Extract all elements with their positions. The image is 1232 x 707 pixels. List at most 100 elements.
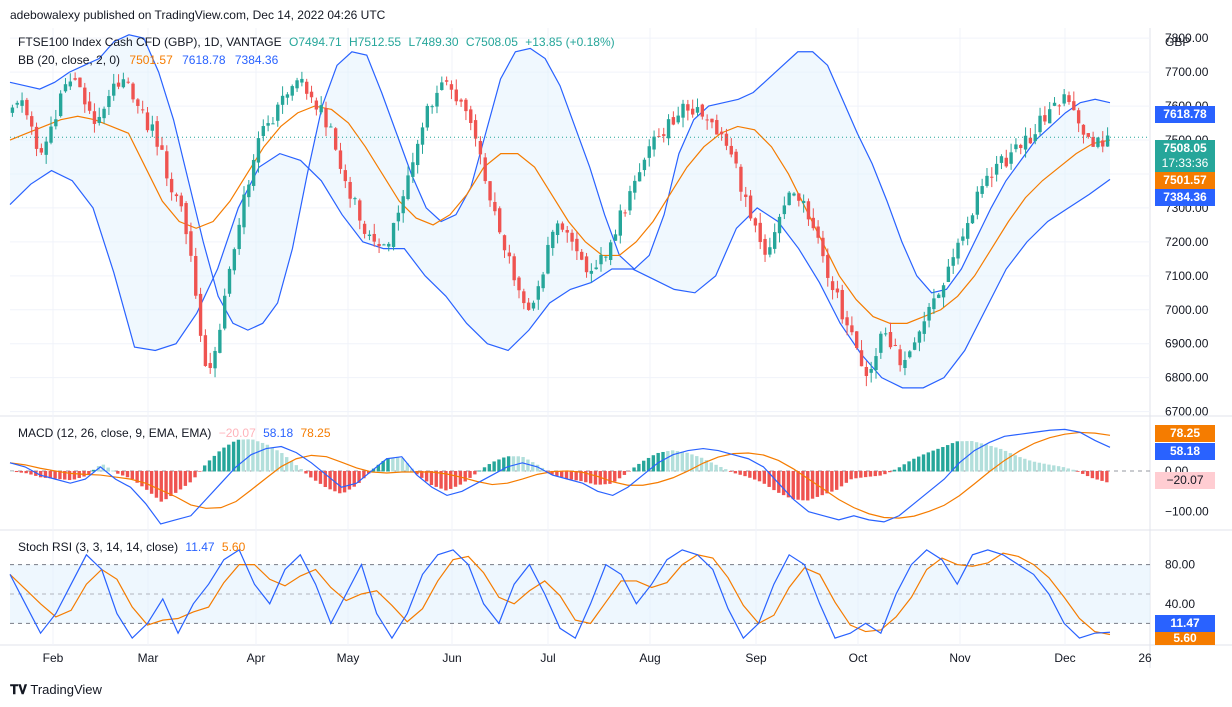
candle-body (555, 223, 560, 236)
bb-label[interactable]: BB (20, close, 2, 0) (18, 53, 120, 67)
macd-hist-bar (531, 462, 535, 472)
macd-hist-bar (844, 470, 849, 483)
macd-hist-bar (178, 470, 183, 490)
macd-hist-bar (950, 443, 955, 472)
candle-body (198, 293, 203, 336)
macd-hist-bar (487, 464, 492, 472)
candle-body (1091, 137, 1095, 147)
candle-body (965, 223, 970, 239)
candle-body (25, 99, 29, 116)
candle-body (10, 107, 15, 113)
macd-hist-bar (159, 470, 163, 502)
macd-hist-bar (941, 447, 945, 472)
x-tick-label: Mar (138, 651, 159, 665)
candle-body (189, 231, 193, 256)
candle-body (956, 242, 960, 259)
candle-body (39, 148, 44, 153)
macd-hist-bar (796, 470, 800, 500)
candle-body (864, 366, 869, 377)
stoch-d-value: 5.60 (221, 540, 246, 554)
macd-hist-bar (1095, 470, 1099, 480)
macd-hist-bar (309, 470, 313, 478)
candle-body (628, 191, 632, 211)
macd-hist-bar (661, 451, 665, 472)
candle-body (261, 126, 265, 136)
candle-body (734, 151, 738, 164)
candle-body (87, 101, 92, 111)
macd-hist-bar (897, 467, 902, 472)
tag-countdown: 17:33:36 (1155, 155, 1215, 172)
macd-hist-bar (608, 470, 612, 484)
candle-body (507, 252, 512, 257)
ohlc-open: O7494.71 (288, 35, 342, 49)
candle-body (912, 342, 917, 350)
macd-hist-bar (212, 455, 217, 472)
candle-body (1057, 105, 1062, 107)
candle-body (227, 268, 232, 294)
candle-body (690, 108, 695, 115)
macd-hist-bar (29, 470, 33, 475)
macd-hist-bar (781, 470, 786, 496)
candle-body (888, 331, 893, 348)
candle-body (922, 321, 926, 334)
macd-hist-bar (318, 470, 323, 484)
macd-hist-bar (1085, 470, 1090, 477)
candle-body (676, 115, 680, 123)
macd-hist-bar (883, 470, 887, 475)
macd-label[interactable]: MACD (12, 26, close, 9, EMA, EMA) (18, 426, 211, 440)
macd-hist-bar (14, 470, 19, 473)
candle-body (999, 156, 1004, 163)
macd-hist-bar (921, 454, 926, 472)
candle-body (237, 224, 241, 250)
candle-body (232, 249, 237, 271)
symbol-title: FTSE100 Index Cash CFD (GBP), 1D, VANTAG… (18, 35, 282, 49)
x-tick-label: Apr (247, 651, 266, 665)
macd-hist-bar (685, 452, 689, 472)
candle-body (700, 104, 705, 117)
candle-body (63, 84, 68, 92)
macd-hist-bar (72, 470, 77, 480)
macd-hist-bar (10, 470, 14, 472)
macd-hist-bar (130, 470, 134, 480)
candle-body (160, 145, 164, 150)
candle-body (908, 351, 912, 358)
candle-body (58, 93, 63, 117)
candle-body (753, 218, 758, 226)
candle-body (314, 100, 319, 110)
candle-body (584, 256, 589, 273)
candle-body (773, 232, 777, 249)
candle-body (652, 136, 656, 150)
candle-body (338, 150, 343, 169)
price-tick-label: 6800.00 (1165, 371, 1209, 385)
macd-hist-bar (733, 470, 738, 474)
macd-hist-bar (521, 456, 525, 472)
footer-text: TradingView (30, 682, 102, 697)
chart-canvas[interactable]: Feb Mar Apr May Jun Jul Aug Sep Oct Nov Dec 267800.… (0, 0, 1232, 707)
candle-body (266, 123, 270, 126)
candle-body (473, 120, 478, 139)
macd-hist-bar (974, 442, 979, 472)
candle-body (604, 256, 608, 258)
macd-hist-bar (878, 470, 882, 476)
macd-hist-bar (256, 441, 260, 472)
stoch-label[interactable]: Stoch RSI (3, 3, 14, 14, close) (18, 540, 178, 554)
macd-line-value: 58.18 (263, 426, 294, 440)
macd-hist-bar (989, 445, 993, 472)
macd-hist-bar (1081, 470, 1085, 474)
candle-body (213, 350, 217, 369)
candle-body (917, 331, 922, 343)
macd-hist-bar (227, 444, 231, 472)
candle-body (155, 121, 159, 147)
macd-hist-bar (463, 470, 467, 482)
candle-body (415, 143, 420, 166)
candle-body (145, 112, 150, 131)
macd-hist-bar (839, 470, 844, 487)
macd-hist-bar (762, 470, 767, 484)
tradingview-logo[interactable]: 𝐓𝐕 TradingView (10, 682, 102, 698)
macd-hist-bar (270, 447, 274, 472)
macd-hist-bar (154, 470, 159, 498)
macd-hist-bar (772, 470, 776, 491)
candle-body (633, 180, 637, 193)
candle-body (1086, 133, 1090, 137)
candle-body (994, 163, 999, 175)
